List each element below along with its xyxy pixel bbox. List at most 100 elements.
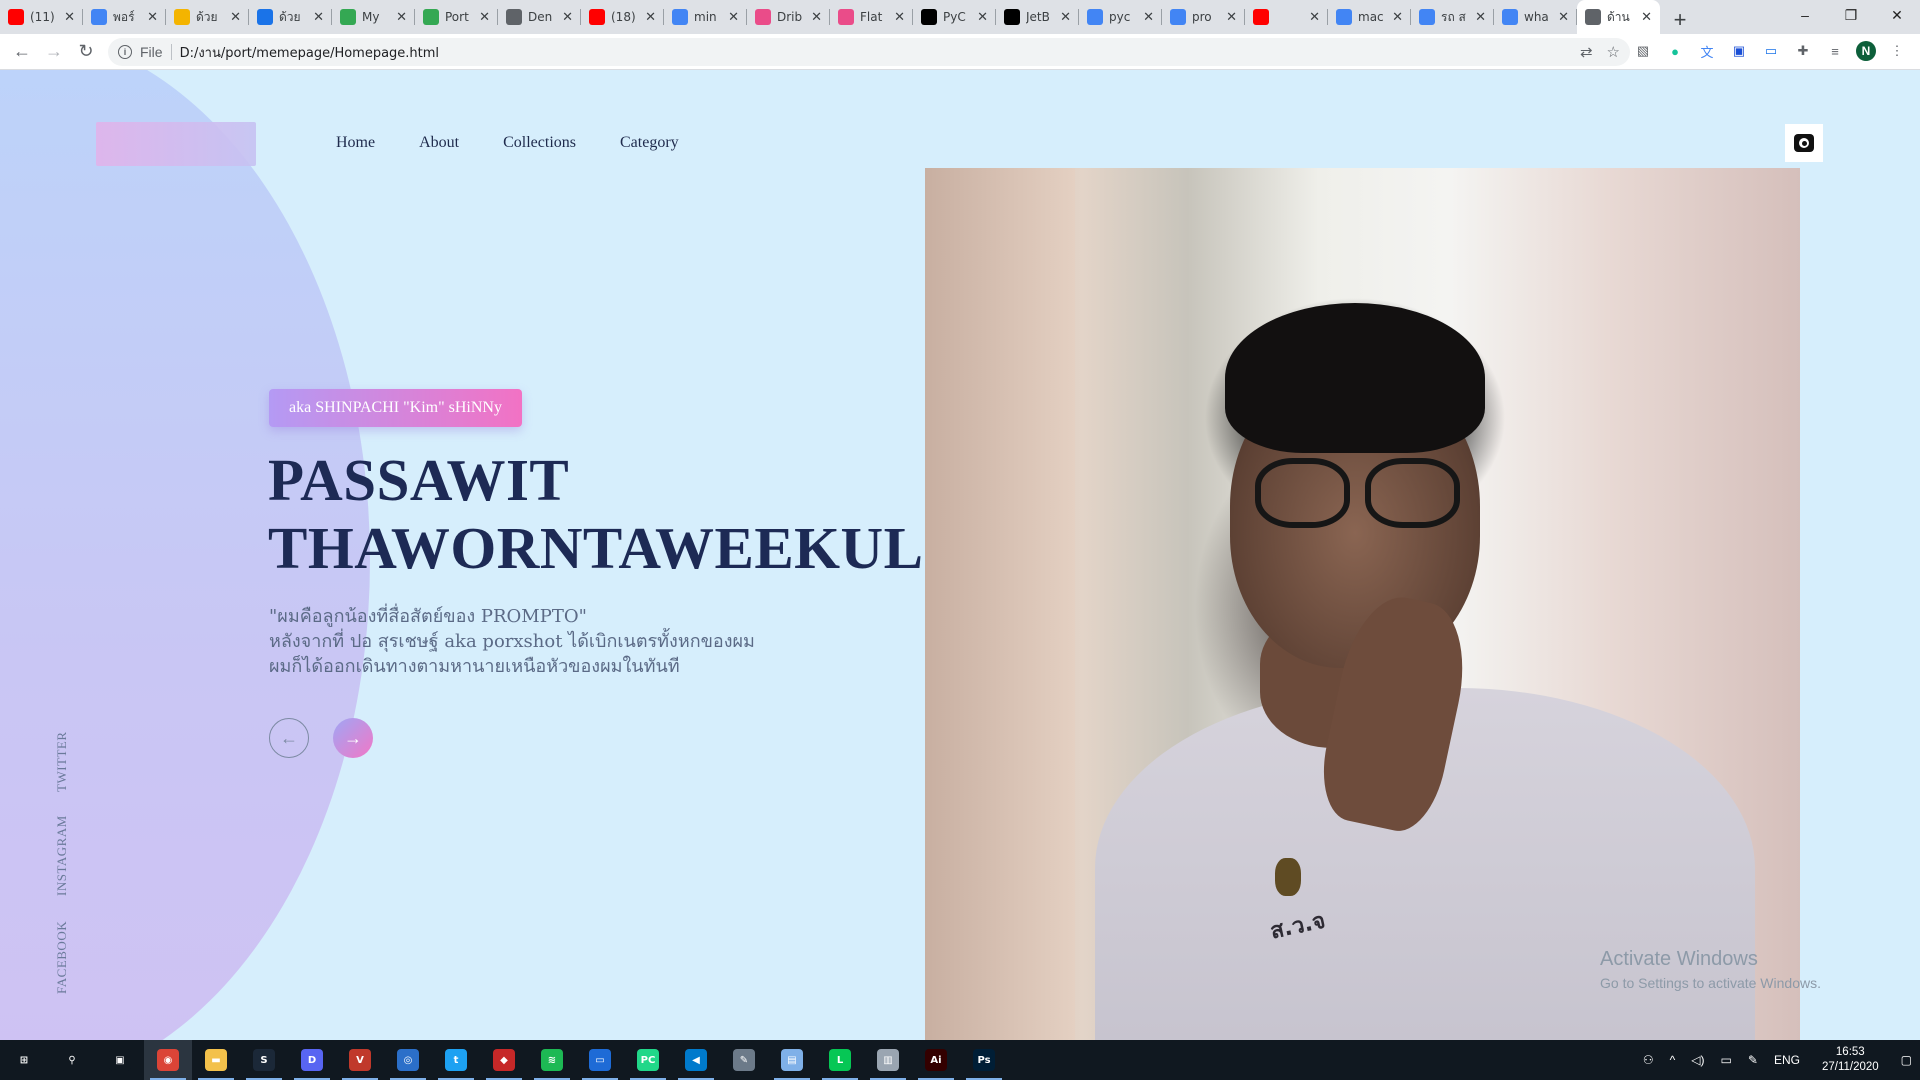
- tab-close-icon[interactable]: ✕: [977, 9, 988, 25]
- taskbar-item[interactable]: Ps: [960, 1040, 1008, 1080]
- media-control-icon[interactable]: ≡: [1824, 40, 1846, 62]
- url-text[interactable]: D:/งาน/port/memepage/Homepage.html: [180, 42, 440, 63]
- browser-tab[interactable]: Flat ✕: [830, 0, 913, 34]
- extension-c-icon[interactable]: ▣: [1728, 40, 1750, 62]
- bookmark-star-icon[interactable]: ☆: [1607, 43, 1620, 61]
- taskbar-item[interactable]: ▤: [768, 1040, 816, 1080]
- browser-tab[interactable]: pyc ✕: [1079, 0, 1162, 34]
- tab-close-icon[interactable]: ✕: [1475, 9, 1486, 25]
- profile-avatar[interactable]: N: [1856, 41, 1876, 61]
- taskbar-item[interactable]: ◀: [672, 1040, 720, 1080]
- tab-close-icon[interactable]: ✕: [230, 9, 241, 25]
- minimize-button[interactable]: –: [1782, 0, 1828, 30]
- nav-collections-link[interactable]: Collections: [503, 134, 576, 152]
- back-button[interactable]: ←: [6, 36, 38, 68]
- pdf-extension-icon[interactable]: ▧: [1632, 40, 1654, 62]
- tray-chevron-icon[interactable]: ^: [1662, 1053, 1684, 1067]
- browser-tab[interactable]: min ✕: [664, 0, 747, 34]
- tab-close-icon[interactable]: ✕: [894, 9, 905, 25]
- translate-extension-icon[interactable]: 文: [1696, 40, 1718, 62]
- browser-tab[interactable]: PyC ✕: [913, 0, 996, 34]
- browser-tab[interactable]: Drib ✕: [747, 0, 830, 34]
- prev-arrow-button[interactable]: ←: [269, 718, 309, 758]
- new-tab-button[interactable]: +: [1666, 6, 1694, 34]
- taskbar-item[interactable]: ▬: [192, 1040, 240, 1080]
- tab-close-icon[interactable]: ✕: [1641, 9, 1652, 25]
- address-bar[interactable]: i File D:/งาน/port/memepage/Homepage.htm…: [108, 38, 1630, 66]
- browser-tab[interactable]: พอร์ ✕: [83, 0, 166, 34]
- taskbar-item[interactable]: Ai: [912, 1040, 960, 1080]
- taskbar-item[interactable]: ⚲: [48, 1040, 96, 1080]
- nav-category-link[interactable]: Category: [620, 134, 679, 152]
- instagram-icon[interactable]: [1785, 124, 1823, 162]
- taskbar-item[interactable]: S: [240, 1040, 288, 1080]
- browser-tab[interactable]: mac ✕: [1328, 0, 1411, 34]
- people-icon[interactable]: ⚇: [1635, 1053, 1662, 1067]
- nav-about-link[interactable]: About: [419, 134, 459, 152]
- reload-button[interactable]: ↻: [70, 36, 102, 68]
- tab-close-icon[interactable]: ✕: [811, 9, 822, 25]
- tab-close-icon[interactable]: ✕: [645, 9, 656, 25]
- browser-tab[interactable]: wha ✕: [1494, 0, 1577, 34]
- browser-tab[interactable]: JetB ✕: [996, 0, 1079, 34]
- pen-icon[interactable]: ✎: [1740, 1053, 1766, 1067]
- browser-tab[interactable]: ด้วย ✕: [249, 0, 332, 34]
- taskbar-item[interactable]: ◎: [384, 1040, 432, 1080]
- clock[interactable]: 16:53 27/11/2020: [1808, 1045, 1893, 1075]
- next-arrow-button[interactable]: →: [333, 718, 373, 758]
- tab-close-icon[interactable]: ✕: [396, 9, 407, 25]
- taskbar-item[interactable]: ▭: [576, 1040, 624, 1080]
- browser-tab[interactable]: (11) ✕: [0, 0, 83, 34]
- tab-close-icon[interactable]: ✕: [1309, 9, 1320, 25]
- grammarly-icon[interactable]: ●: [1664, 40, 1686, 62]
- close-window-button[interactable]: ✕: [1874, 0, 1920, 30]
- browser-tab[interactable]: ด้วย ✕: [166, 0, 249, 34]
- tab-close-icon[interactable]: ✕: [1392, 9, 1403, 25]
- info-icon[interactable]: i: [118, 45, 132, 59]
- nav-home-link[interactable]: Home: [336, 134, 375, 152]
- taskbar-item[interactable]: V: [336, 1040, 384, 1080]
- taskbar-item[interactable]: t: [432, 1040, 480, 1080]
- taskbar-item[interactable]: D: [288, 1040, 336, 1080]
- social-twitter-link[interactable]: TWITTER: [54, 731, 70, 792]
- language-indicator[interactable]: ENG: [1766, 1053, 1808, 1067]
- maximize-button[interactable]: ❐: [1828, 0, 1874, 30]
- taskbar-item[interactable]: ▣: [96, 1040, 144, 1080]
- browser-tab[interactable]: My ✕: [332, 0, 415, 34]
- tab-close-icon[interactable]: ✕: [313, 9, 324, 25]
- browser-tab[interactable]: Port ✕: [415, 0, 498, 34]
- volume-icon[interactable]: ◁): [1683, 1053, 1712, 1067]
- taskbar-item[interactable]: ≋: [528, 1040, 576, 1080]
- taskbar-item[interactable]: ✎: [720, 1040, 768, 1080]
- tab-close-icon[interactable]: ✕: [1060, 9, 1071, 25]
- forward-button[interactable]: →: [38, 36, 70, 68]
- tab-close-icon[interactable]: ✕: [562, 9, 573, 25]
- translate-icon[interactable]: ⇄: [1580, 43, 1593, 61]
- extension-window-icon[interactable]: ▭: [1760, 40, 1782, 62]
- taskbar-item[interactable]: ▥: [864, 1040, 912, 1080]
- network-icon[interactable]: ▭: [1713, 1053, 1740, 1067]
- browser-tab[interactable]: รถ ส ✕: [1411, 0, 1494, 34]
- taskbar-item[interactable]: PC: [624, 1040, 672, 1080]
- browser-tab[interactable]: ด้าน ✕: [1577, 0, 1660, 34]
- taskbar-item[interactable]: L: [816, 1040, 864, 1080]
- social-facebook-link[interactable]: FACEBOOK: [54, 921, 70, 994]
- browser-tab[interactable]: (18) ✕: [581, 0, 664, 34]
- tab-close-icon[interactable]: ✕: [1226, 9, 1237, 25]
- tab-close-icon[interactable]: ✕: [728, 9, 739, 25]
- tab-close-icon[interactable]: ✕: [147, 9, 158, 25]
- extensions-puzzle-icon[interactable]: ✚: [1792, 40, 1814, 62]
- social-instagram-link[interactable]: INSTAGRAM: [54, 815, 70, 896]
- browser-tab[interactable]: pro ✕: [1162, 0, 1245, 34]
- browser-tab[interactable]: Den ✕: [498, 0, 581, 34]
- tab-close-icon[interactable]: ✕: [64, 9, 75, 25]
- tab-close-icon[interactable]: ✕: [1143, 9, 1154, 25]
- site-logo[interactable]: [96, 122, 256, 166]
- menu-kebab-icon[interactable]: ⋮: [1886, 40, 1908, 62]
- taskbar-item[interactable]: ⊞: [0, 1040, 48, 1080]
- tab-close-icon[interactable]: ✕: [479, 9, 490, 25]
- notification-icon[interactable]: ▢: [1893, 1053, 1920, 1067]
- browser-tab[interactable]: ✕: [1245, 0, 1328, 34]
- tab-close-icon[interactable]: ✕: [1558, 9, 1569, 25]
- taskbar-item[interactable]: ◆: [480, 1040, 528, 1080]
